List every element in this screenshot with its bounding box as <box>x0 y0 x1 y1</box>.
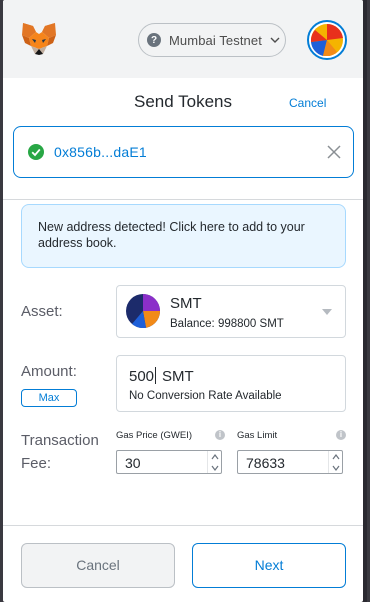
asset-label: Asset: <box>21 303 63 320</box>
spinner-up-icon[interactable] <box>331 453 341 461</box>
header-cancel-link[interactable]: Cancel <box>289 96 326 110</box>
metamask-popup: ? Mumbai Testnet Send Tokens Cancel 0x85… <box>3 0 363 602</box>
spinner-down-icon[interactable] <box>331 464 341 472</box>
gas-price-value: 30 <box>125 455 141 471</box>
asset-symbol: SMT <box>170 295 202 312</box>
identicon <box>310 23 343 57</box>
account-avatar[interactable] <box>307 20 347 60</box>
spinner-up-icon[interactable] <box>210 453 220 461</box>
amount-label: Amount: <box>21 363 77 380</box>
network-name: Mumbai Testnet <box>169 32 262 48</box>
fee-label-line1: Transaction <box>21 432 99 449</box>
recipient-field[interactable]: 0x856b...daE1 <box>13 126 354 178</box>
amount-value: 500 <box>129 368 155 385</box>
gas-price-spinner <box>207 451 221 473</box>
gas-limit-label: Gas Limit <box>237 430 278 441</box>
gas-limit-value: 78633 <box>246 455 285 471</box>
max-button[interactable]: Max <box>21 389 77 407</box>
divider-bottom <box>3 525 363 526</box>
next-button[interactable]: Next <box>192 543 346 588</box>
metamask-fox-icon[interactable] <box>21 22 57 56</box>
asset-balance: Balance: 998800 SMT <box>170 318 284 330</box>
cancel-button[interactable]: Cancel <box>21 543 175 588</box>
app-header: ? Mumbai Testnet <box>3 0 363 78</box>
gas-limit-spinner <box>328 451 342 473</box>
chevron-down-icon <box>270 37 280 43</box>
gas-price-input[interactable]: 30 <box>116 450 222 474</box>
text-cursor <box>155 367 157 384</box>
close-icon[interactable] <box>327 145 341 159</box>
divider-top <box>3 199 363 200</box>
conversion-rate-text: No Conversion Rate Available <box>129 390 282 402</box>
asset-dropdown[interactable]: SMT Balance: 998800 SMT <box>116 285 346 338</box>
caret-down-icon <box>322 309 332 315</box>
amount-unit: SMT <box>162 368 194 385</box>
gas-price-label: Gas Price (GWEI) <box>116 430 193 441</box>
spinner-down-icon[interactable] <box>210 464 220 472</box>
network-selector[interactable]: ? Mumbai Testnet <box>138 23 286 57</box>
gas-limit-input[interactable]: 78633 <box>237 450 343 474</box>
info-icon[interactable]: i <box>215 430 225 440</box>
amount-value-line: 500 SMT <box>129 367 194 385</box>
check-circle-icon <box>28 144 44 160</box>
recipient-address: 0x856b...daE1 <box>54 144 147 160</box>
info-icon[interactable]: i <box>336 430 346 440</box>
fee-label-line2: Fee: <box>21 455 52 472</box>
question-icon: ? <box>147 33 161 47</box>
new-address-dialog[interactable]: New address detected! Click here to add … <box>21 204 346 268</box>
token-icon <box>126 294 160 328</box>
amount-input[interactable]: 500 SMT No Conversion Rate Available <box>116 355 346 412</box>
